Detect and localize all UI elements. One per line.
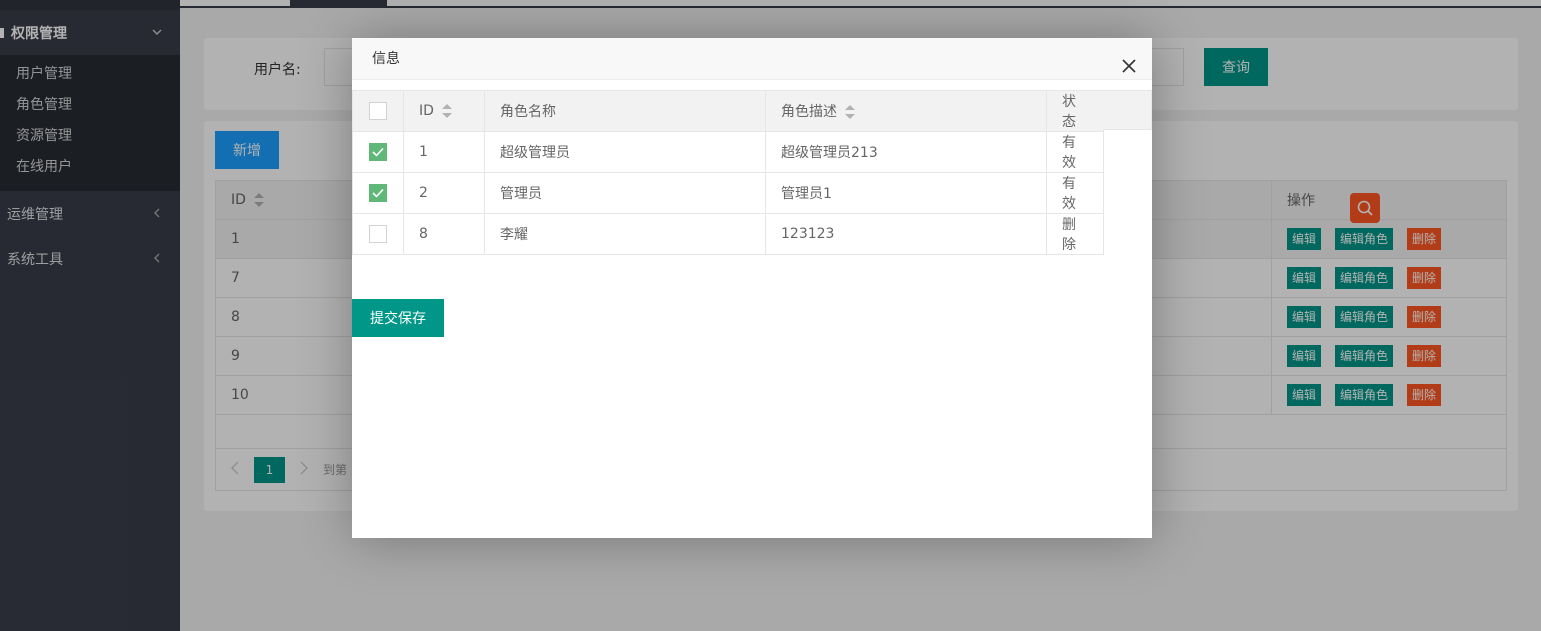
cell-role-desc: 123123	[765, 213, 1047, 255]
checkmark-icon	[372, 188, 384, 198]
row-checkbox-cell	[352, 131, 404, 173]
row-checkbox[interactable]	[369, 184, 387, 202]
cell-id: 2	[403, 172, 485, 214]
checkmark-icon	[372, 147, 384, 157]
cell-status: 有效	[1046, 131, 1104, 173]
row-checkbox-cell	[352, 172, 404, 214]
cell-role-name: 管理员	[484, 172, 766, 214]
cell-id: 1	[403, 131, 485, 173]
column-header-role-desc[interactable]: 角色描述	[765, 90, 1047, 132]
column-header-id[interactable]: ID	[403, 90, 485, 132]
dialog-body: ID 角色名称 角色描述 状态 1 超级管理员 超级管理员213 有效 2 管理…	[352, 80, 1152, 337]
column-header-label: ID	[419, 103, 434, 119]
column-header-label: 角色名称	[500, 104, 556, 120]
dialog-header: 信息	[352, 38, 1152, 80]
cell-role-desc: 管理员1	[765, 172, 1047, 214]
cell-id: 8	[403, 213, 485, 255]
table-header-filler	[1103, 90, 1152, 130]
table-row[interactable]: 2 管理员 管理员1 有效	[352, 172, 1104, 214]
select-all-cell	[352, 90, 404, 132]
table-row[interactable]: 1 超级管理员 超级管理员213 有效	[352, 131, 1104, 173]
column-header-label: 状态	[1062, 94, 1076, 130]
column-header-role-name: 角色名称	[484, 90, 766, 132]
cell-role-desc: 超级管理员213	[765, 131, 1047, 173]
submit-save-button[interactable]: 提交保存	[352, 299, 444, 337]
cell-status: 删除	[1046, 213, 1104, 255]
row-checkbox[interactable]	[369, 225, 387, 243]
close-icon[interactable]	[1120, 50, 1138, 73]
role-dialog: 信息 ID 角色名称 角色描述 状态 1 超级管理员 超级管理员213 有效 2…	[352, 38, 1152, 538]
dialog-title: 信息	[372, 51, 400, 67]
table-header: ID 角色名称 角色描述 状态	[352, 90, 1104, 132]
column-header-status: 状态	[1046, 90, 1104, 132]
sort-icon[interactable]	[845, 105, 855, 119]
row-checkbox[interactable]	[369, 143, 387, 161]
cell-role-name: 李耀	[484, 213, 766, 255]
cell-status: 有效	[1046, 172, 1104, 214]
sort-icon[interactable]	[441, 104, 452, 118]
role-table: ID 角色名称 角色描述 状态 1 超级管理员 超级管理员213 有效 2 管理…	[352, 90, 1104, 255]
cell-role-name: 超级管理员	[484, 131, 766, 173]
table-row[interactable]: 8 李耀 123123 删除	[352, 213, 1104, 255]
column-header-label: 角色描述	[781, 104, 837, 120]
select-all-checkbox[interactable]	[369, 102, 387, 120]
row-checkbox-cell	[352, 213, 404, 255]
